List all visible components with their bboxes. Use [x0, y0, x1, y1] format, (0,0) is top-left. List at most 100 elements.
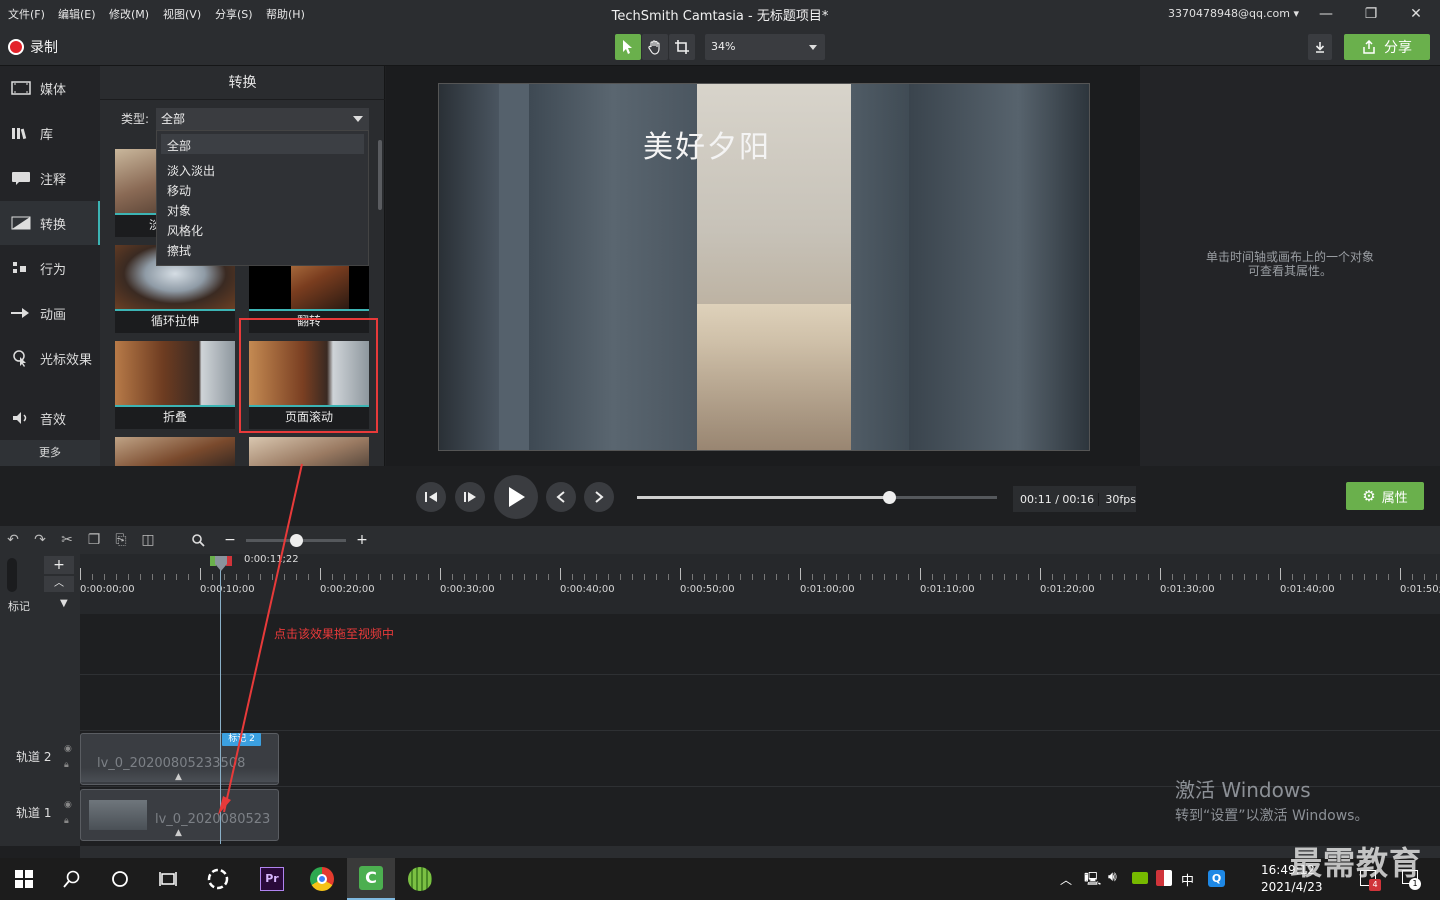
dropdown-option-all[interactable]: 全部	[167, 137, 191, 154]
sidebar-item-media[interactable]: 媒体	[0, 66, 100, 110]
network-icon[interactable]: 🖳︎	[1084, 870, 1101, 892]
step-forward-button[interactable]	[455, 482, 485, 512]
taskbar-app-camtasia[interactable]: C	[347, 858, 395, 900]
cortana-button[interactable]	[96, 858, 144, 900]
properties-hint: 单击时间轴或画布上的一个对象 可查看其属性。	[1170, 250, 1410, 278]
clip-expand-icon[interactable]: ▲	[175, 828, 182, 838]
menu-help[interactable]: 帮助(H)	[266, 6, 305, 22]
play-button[interactable]	[494, 475, 538, 519]
fps-text: 30fps	[1098, 492, 1136, 506]
previous-button[interactable]	[546, 482, 576, 512]
share-icon	[1363, 40, 1375, 54]
add-track-button[interactable]: +	[44, 556, 74, 574]
dropdown-option-wipe[interactable]: 擦拭	[167, 242, 191, 259]
qq-icon[interactable]: Q	[1208, 870, 1225, 887]
menu-share[interactable]: 分享(S)	[215, 6, 253, 22]
clip-expand-icon[interactable]: ▲	[175, 772, 182, 782]
track-2-name[interactable]: 轨道 2	[16, 748, 51, 765]
dropdown-option-stylize[interactable]: 风格化	[167, 222, 203, 239]
ruler-tick-label: 0:01:40;00	[1280, 584, 1335, 595]
chevron-down-icon	[809, 45, 817, 50]
copy-icon[interactable]: ❐	[85, 532, 103, 548]
sidebar-item-annotation[interactable]: 注释	[0, 156, 100, 200]
properties-button[interactable]: ⚙ 属性	[1346, 482, 1424, 510]
track-height-slider[interactable]	[7, 558, 17, 592]
sidebar-item-behavior[interactable]: 行为	[0, 246, 100, 290]
restore-button[interactable]: ❐	[1353, 2, 1389, 26]
lock-icon[interactable]: 🔒︎	[64, 816, 69, 826]
dropdown-option-fade[interactable]: 淡入淡出	[167, 162, 215, 179]
menu-file[interactable]: 文件(F)	[8, 6, 45, 22]
nvidia-icon[interactable]	[1132, 872, 1148, 884]
zoom-in-icon[interactable]: +	[353, 532, 371, 548]
eye-icon[interactable]: ◉	[64, 744, 72, 754]
select-tool-button[interactable]	[615, 34, 641, 60]
sidebar-item-animation[interactable]: 动画	[0, 291, 100, 335]
pan-tool-button[interactable]	[642, 34, 668, 60]
animation-icon	[10, 305, 32, 321]
transition-thumb-fold[interactable]: 折叠	[115, 341, 235, 429]
download-button[interactable]	[1308, 34, 1332, 60]
menu-edit[interactable]: 编辑(E)	[58, 6, 96, 22]
type-select[interactable]: 全部	[156, 108, 369, 130]
scrubber-knob[interactable]	[883, 491, 896, 504]
crop-icon	[675, 40, 689, 54]
thumb-bar	[115, 405, 235, 407]
tray-chevron-up-icon[interactable]: ︿	[1060, 871, 1072, 888]
minimize-button[interactable]: —	[1308, 2, 1344, 26]
dropdown-option-move[interactable]: 移动	[167, 182, 191, 199]
share-button[interactable]: 分享	[1344, 34, 1430, 60]
record-button[interactable]: 录制	[8, 37, 58, 57]
start-button[interactable]	[0, 858, 48, 900]
eye-icon[interactable]: ◉	[64, 800, 72, 810]
cut-icon[interactable]: ✂	[58, 532, 76, 548]
more-button[interactable]: 更多	[0, 440, 100, 466]
menu-modify[interactable]: 修改(M)	[109, 6, 149, 22]
task-view-button[interactable]	[144, 858, 192, 900]
instruction-arrow	[218, 463, 303, 815]
transition-icon	[10, 215, 32, 231]
step-back-button[interactable]	[416, 482, 446, 512]
step-forward-icon	[464, 492, 476, 502]
preview-area: 美好夕阳	[386, 66, 1140, 466]
audio-icon	[10, 410, 32, 426]
marker-track-label[interactable]: 标记 ▼	[0, 598, 80, 614]
search-button[interactable]	[48, 858, 96, 900]
activation-line1: 激活 Windows	[1175, 778, 1311, 802]
sidebar-item-audio[interactable]: 音效	[0, 396, 100, 440]
next-button[interactable]	[584, 482, 614, 512]
properties-panel: 单击时间轴或画布上的一个对象 可查看其属性。	[1140, 66, 1440, 466]
taskbar-app-green[interactable]	[396, 858, 444, 900]
clip-thumbnail	[89, 800, 147, 830]
account-menu[interactable]: 3370478948@qq.com ▾	[1168, 7, 1299, 20]
record-icon	[8, 39, 24, 55]
ime-indicator[interactable]: 中	[1181, 870, 1194, 889]
sidebar-item-cursor-effect[interactable]: 光标效果	[0, 336, 100, 380]
crop-tool-button[interactable]	[669, 34, 695, 60]
panel-scrollbar[interactable]	[378, 140, 382, 210]
taskbar-app-pinwheel[interactable]	[194, 858, 242, 900]
sidebar-item-transition[interactable]: 转换	[0, 201, 100, 245]
undo-icon[interactable]: ↶	[4, 532, 22, 548]
search-icon[interactable]	[189, 532, 207, 548]
volume-icon[interactable]: 🔊︎	[1108, 869, 1117, 885]
taskbar: Pr C ︿ 🖳︎ 🔊︎ 中 Q 16:49:12 2021/4/23 4 1	[0, 858, 1440, 900]
redo-icon[interactable]: ↷	[31, 532, 49, 548]
security-shield-icon[interactable]	[1156, 870, 1172, 886]
playback-scrubber[interactable]	[637, 491, 997, 504]
track-1-name[interactable]: 轨道 1	[16, 804, 51, 821]
menu-view[interactable]: 视图(V)	[163, 6, 201, 22]
lock-icon[interactable]: 🔒︎	[64, 760, 69, 770]
taskbar-app-premiere[interactable]: Pr	[248, 858, 296, 900]
split-icon[interactable]: ◫	[139, 532, 157, 548]
timeline-horizontal-scrollbar[interactable]	[80, 846, 1440, 858]
video-canvas[interactable]: 美好夕阳	[438, 83, 1090, 451]
zoom-select[interactable]: 34%	[705, 34, 825, 60]
sidebar-item-library[interactable]: 库	[0, 111, 100, 155]
close-button[interactable]: ✕	[1398, 2, 1434, 26]
dropdown-selection-highlight	[161, 134, 364, 154]
paste-icon[interactable]: ⎘	[112, 532, 130, 548]
taskbar-app-chrome[interactable]	[298, 858, 346, 900]
collapse-button[interactable]: ︿	[44, 576, 74, 592]
dropdown-option-object[interactable]: 对象	[167, 202, 191, 219]
